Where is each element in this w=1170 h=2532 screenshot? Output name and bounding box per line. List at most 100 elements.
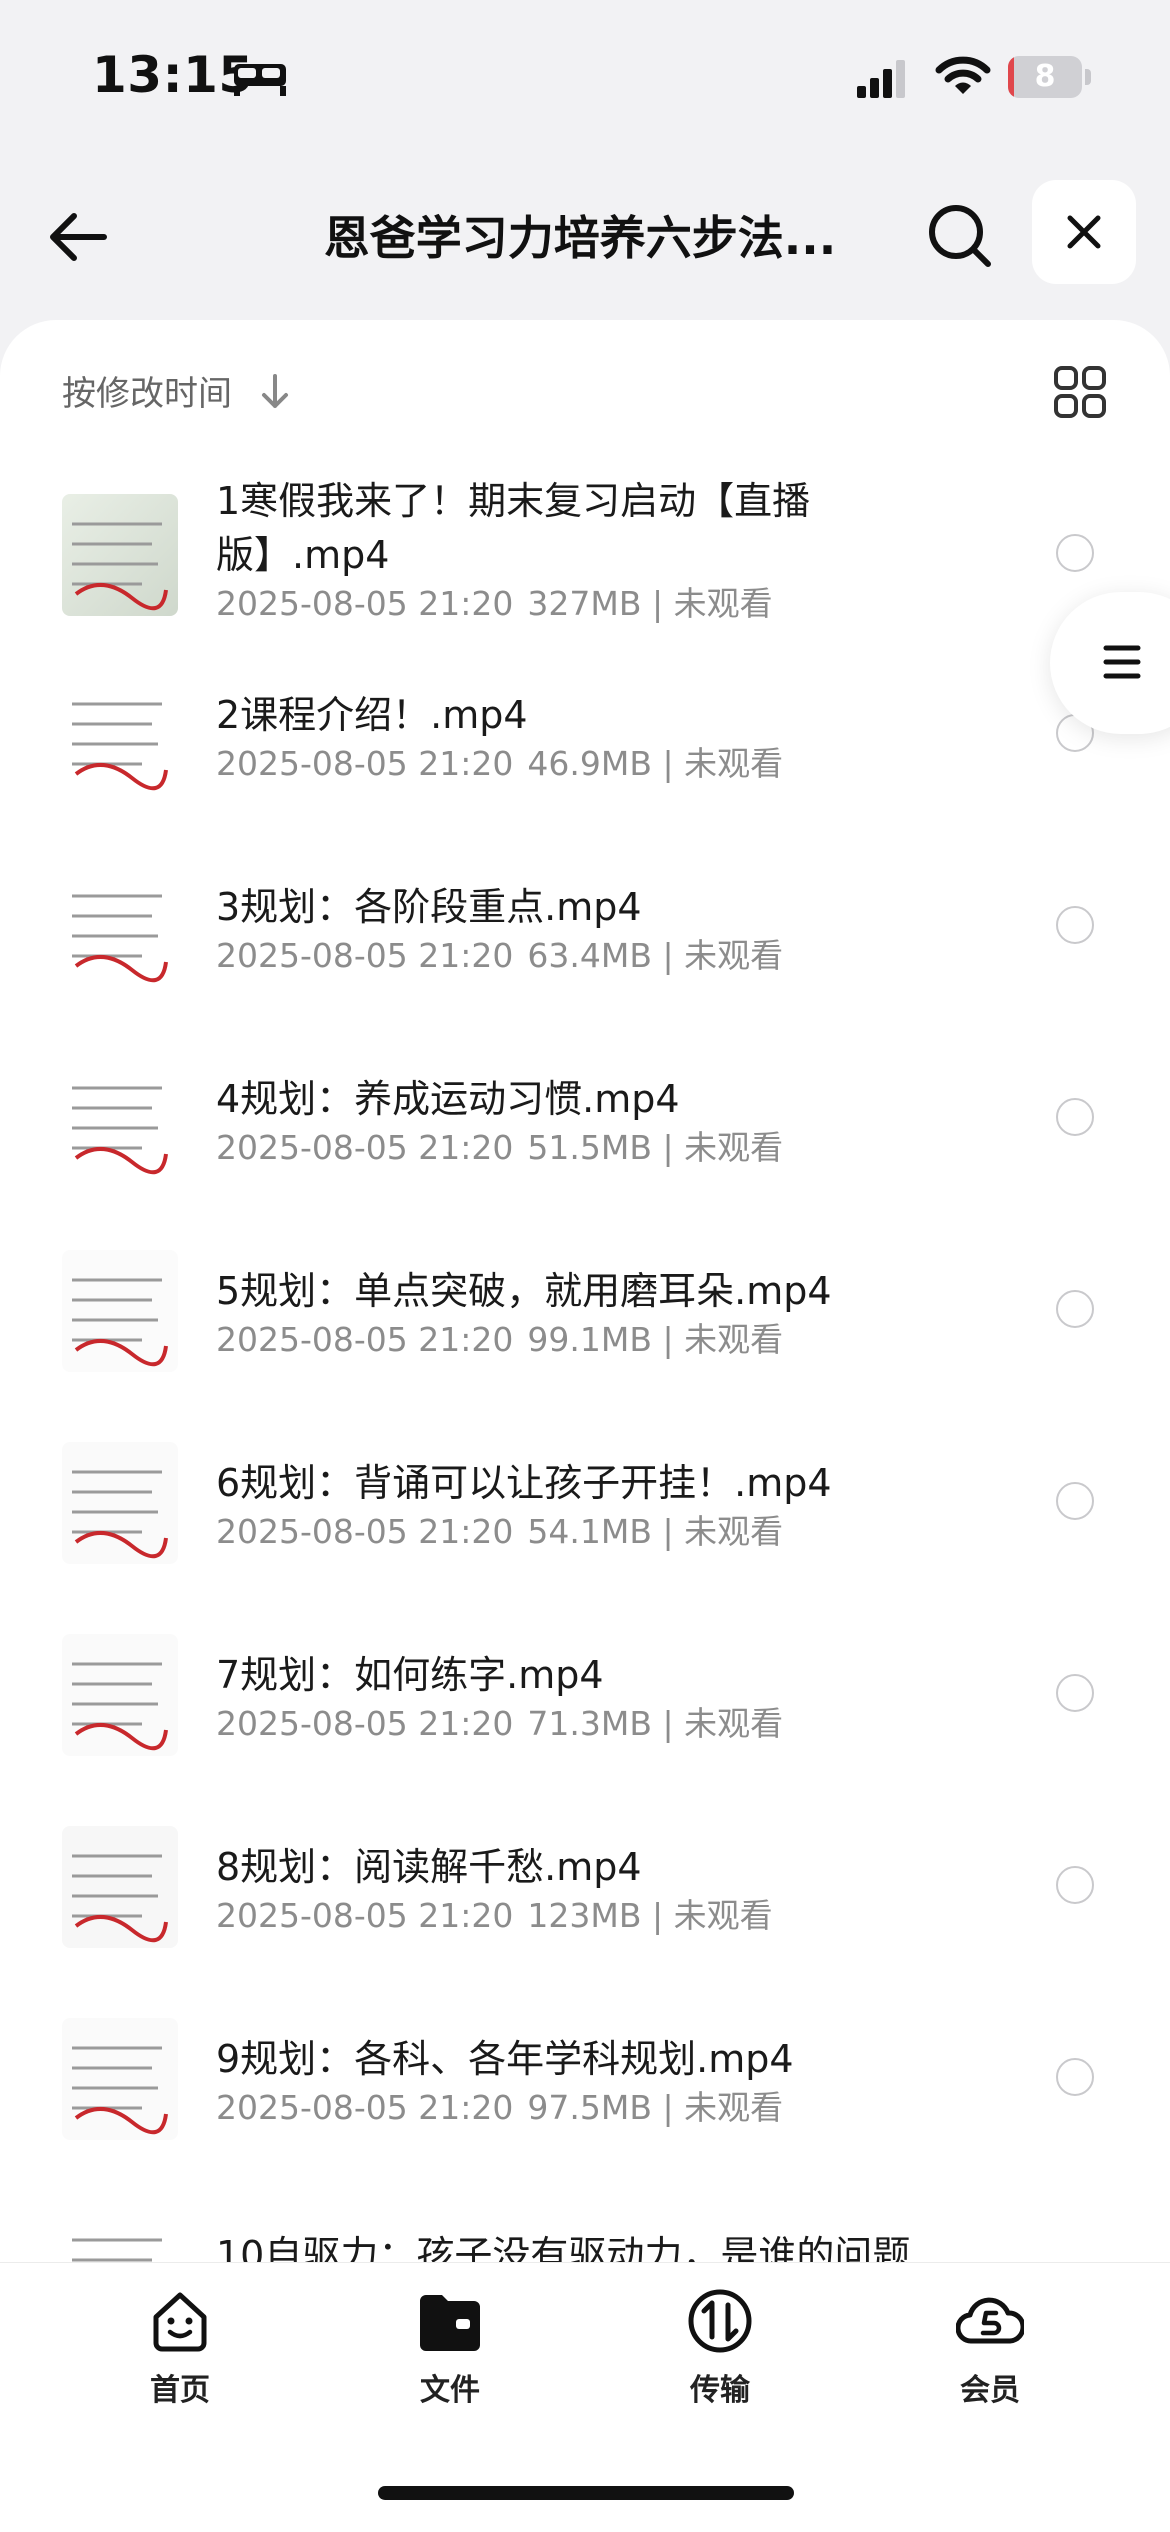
file-row[interactable]: 3规划：各阶段重点.mp4 2025-08-05 21:20 63.4MB | 未观… [0, 832, 1170, 1024]
file-date: 2025-08-05 21:20 [216, 936, 514, 975]
video-thumbnail [62, 494, 178, 616]
file-row[interactable]: 5规划：单点突破，就用磨耳朵.mp4 2025-08-05 21:20 99.1MB… [0, 1216, 1170, 1408]
file-row[interactable]: 4规划：养成运动习惯.mp4 2025-08-05 21:20 51.5MB | 未… [0, 1024, 1170, 1216]
file-size: 51.5MB [527, 1128, 652, 1167]
tab-files[interactable]: 文件 [360, 2287, 540, 2427]
file-date: 2025-08-05 21:20 [216, 1512, 514, 1551]
meta-separator: | [651, 744, 685, 783]
meta-separator: | [641, 584, 674, 623]
file-size: 327MB [527, 584, 642, 623]
watch-status: 未观看 [684, 2088, 784, 2127]
select-radio[interactable] [1056, 1866, 1094, 1904]
file-row[interactable]: 9规划：各科、各年学科规划.mp4 2025-08-05 21:20 97.5MB … [0, 1984, 1170, 2176]
file-size: 97.5MB [527, 2088, 652, 2127]
select-radio[interactable] [1056, 1098, 1094, 1136]
file-size: 123MB [527, 1896, 642, 1935]
home-indicator [378, 2486, 794, 2500]
battery-level: 8 [1034, 59, 1056, 94]
meta-separator: | [651, 1128, 685, 1167]
file-row[interactable]: 8规划：阅读解千愁.mp4 2025-08-05 21:20 123MB | 未观看 [0, 1792, 1170, 1984]
watch-status: 未观看 [684, 936, 784, 975]
file-name: 5规划：单点突破，就用磨耳朵.mp4 [216, 1269, 832, 1313]
close-icon [1067, 215, 1101, 249]
tab-label: 文件 [420, 2373, 480, 2408]
video-thumbnail [62, 2018, 178, 2140]
watch-status: 未观看 [673, 1896, 773, 1935]
file-row[interactable]: 1寒假我来了！期末复习启动【直播版】.mp4 2025-08-05 21:20 32… [0, 460, 1170, 652]
grid-view-icon[interactable] [1052, 364, 1108, 420]
file-date: 2025-08-05 21:20 [216, 584, 514, 623]
file-date: 2025-08-05 21:20 [216, 744, 514, 783]
back-arrow-icon[interactable] [44, 202, 114, 272]
close-button[interactable] [1032, 180, 1136, 284]
wifi-icon [935, 56, 991, 94]
page-title: 恩爸学习力培养六步法... [323, 211, 837, 265]
file-name: 9规划：各科、各年学科规划.mp4 [216, 2037, 794, 2081]
file-date: 2025-08-05 21:20 [216, 1320, 514, 1359]
file-size: 63.4MB [527, 936, 652, 975]
file-row[interactable]: 6规划：背诵可以让孩子开挂！.mp4 2025-08-05 21:20 54.1MB… [0, 1408, 1170, 1600]
file-meta: 2025-08-05 21:20 123MB | 未观看 [216, 1894, 773, 1938]
search-icon[interactable] [922, 198, 998, 274]
select-radio[interactable] [1056, 2058, 1094, 2096]
file-date: 2025-08-05 21:20 [216, 2088, 514, 2127]
file-list-card: 按修改时间 1寒假我来了！期末复习启动【直播版】.mp4 2025-08-05 2… [0, 320, 1170, 2532]
meta-separator: | [651, 1512, 685, 1551]
nav-header: 恩爸学习力培养六步法... [0, 150, 1170, 320]
video-thumbnail [62, 1250, 178, 1372]
tab-label: 传输 [690, 2373, 750, 2408]
bed-icon [234, 64, 286, 96]
meta-separator: | [651, 1320, 685, 1359]
video-thumbnail [62, 1634, 178, 1756]
file-meta: 2025-08-05 21:20 46.9MB | 未观看 [216, 742, 783, 786]
folder-icon [420, 2295, 480, 2351]
file-date: 2025-08-05 21:20 [216, 1128, 514, 1167]
watch-status: 未观看 [684, 1512, 784, 1551]
file-meta: 2025-08-05 21:20 327MB | 未观看 [216, 582, 773, 626]
watch-status: 未观看 [684, 744, 784, 783]
file-row[interactable]: 7规划：如何练字.mp4 2025-08-05 21:20 71.3MB | 未观看 [0, 1600, 1170, 1792]
cloud-member-icon [956, 2297, 1024, 2344]
video-thumbnail [62, 1442, 178, 1564]
tab-home[interactable]: 首页 [90, 2287, 270, 2427]
file-meta: 2025-08-05 21:20 51.5MB | 未观看 [216, 1126, 783, 1170]
select-radio[interactable] [1056, 1290, 1094, 1328]
tab-transfer[interactable]: 传输 [630, 2287, 810, 2427]
menu-icon [1103, 645, 1141, 679]
transfer-icon [688, 2289, 752, 2353]
file-meta: 2025-08-05 21:20 97.5MB | 未观看 [216, 2086, 783, 2130]
file-name: 8规划：阅读解千愁.mp4 [216, 1845, 642, 1889]
file-date: 2025-08-05 21:20 [216, 1896, 514, 1935]
tab-label: 首页 [150, 2373, 210, 2408]
file-name: 1寒假我来了！期末复习启动【直播版】.mp4 [216, 479, 811, 577]
meta-separator: | [651, 936, 685, 975]
file-size: 99.1MB [527, 1320, 652, 1359]
watch-status: 未观看 [684, 1128, 784, 1167]
tab-member[interactable]: 会员 [900, 2287, 1080, 2427]
file-meta: 2025-08-05 21:20 99.1MB | 未观看 [216, 1318, 783, 1362]
file-row[interactable]: 2课程介绍！.mp4 2025-08-05 21:20 46.9MB | 未观看 [0, 640, 1170, 832]
select-radio[interactable] [1056, 906, 1094, 944]
cellular-signal-icon [857, 60, 905, 98]
sort-bar: 按修改时间 [0, 320, 1170, 460]
file-size: 71.3MB [527, 1704, 652, 1743]
meta-separator: | [651, 1704, 685, 1743]
app-screen: 13:15 8 恩爸学习力培养六步法... 按修改时间 1寒假我来了！期末复习启… [0, 0, 1170, 2532]
file-size: 46.9MB [527, 744, 652, 783]
arrow-down-icon[interactable] [258, 372, 292, 412]
video-thumbnail [62, 866, 178, 988]
select-radio[interactable] [1056, 1674, 1094, 1712]
select-radio[interactable] [1056, 1482, 1094, 1520]
file-meta: 2025-08-05 21:20 71.3MB | 未观看 [216, 1702, 783, 1746]
meta-separator: | [641, 1896, 674, 1935]
file-name: 6规划：背诵可以让孩子开挂！.mp4 [216, 1461, 832, 1505]
select-radio[interactable] [1056, 534, 1094, 572]
video-thumbnail [62, 674, 178, 796]
file-name: 4规划：养成运动习惯.mp4 [216, 1077, 680, 1121]
sort-button[interactable]: 按修改时间 [62, 366, 232, 415]
file-size: 54.1MB [527, 1512, 652, 1551]
watch-status: 未观看 [673, 584, 773, 623]
watch-status: 未观看 [684, 1320, 784, 1359]
tab-label: 会员 [960, 2373, 1020, 2408]
file-meta: 2025-08-05 21:20 63.4MB | 未观看 [216, 934, 783, 978]
